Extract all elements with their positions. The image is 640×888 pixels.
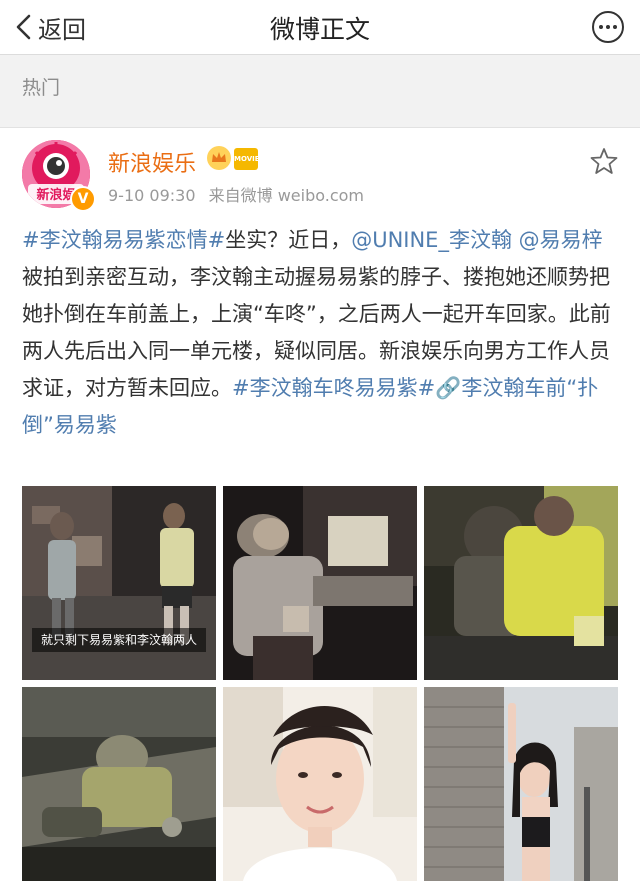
image-watermark: @新浪娱乐 — [283, 865, 329, 875]
photo-car-hood-image — [22, 687, 216, 881]
user-name[interactable]: 新浪娱乐 — [108, 146, 196, 178]
topic-link[interactable]: #李汶翰易易紫恋情# — [22, 228, 225, 252]
section-label: 热门 — [22, 77, 61, 99]
photo-portrait-man-image — [223, 687, 417, 881]
mention-link[interactable]: @易易梓 — [519, 228, 603, 252]
image-thumb[interactable] — [22, 687, 216, 881]
more-icon[interactable] — [590, 9, 626, 45]
text-segment: 坐实？近日， — [225, 228, 352, 252]
post-meta: 9-10 09:30 来自微博 weibo.com — [108, 182, 372, 206]
page-title: 微博正文 — [269, 15, 370, 44]
image-thumb[interactable] — [424, 687, 618, 881]
verified-badge: V — [70, 186, 96, 212]
photo-car-night-image — [223, 486, 417, 680]
text-segment — [512, 228, 519, 252]
verified-v-icon: V — [77, 191, 89, 207]
photo-hug-image — [424, 486, 618, 680]
topic-link[interactable]: #李汶翰车咚易易紫# — [232, 376, 435, 400]
photo-woman-alley-image — [424, 687, 618, 881]
post-text: #李汶翰易易紫恋情#坐实？近日，@UNINE_李汶翰 @易易梓 被拍到亲密互动，… — [22, 222, 618, 444]
mention-link[interactable]: @UNINE_李汶翰 — [351, 228, 512, 252]
image-thumb[interactable] — [223, 486, 417, 680]
image-thumb[interactable]: @新浪娱乐 — [223, 687, 417, 881]
post-time: 9-10 09:30 — [108, 186, 196, 205]
top-nav-bar: 返回 微博正文 — [0, 0, 640, 55]
movie-badge-text: MOVIE — [234, 155, 260, 163]
section-divider — [0, 117, 640, 128]
movie-badge: MOVIE — [234, 148, 260, 170]
post-source: 来自微博 weibo.com — [208, 186, 364, 205]
image-thumb[interactable] — [424, 486, 618, 680]
image-caption: 就只剩下易易紫和李汶翰两人 — [32, 628, 206, 652]
section-header: 热门 — [0, 55, 640, 117]
image-thumb[interactable]: 就只剩下易易紫和李汶翰两人 — [22, 486, 216, 680]
crown-icon — [207, 146, 231, 170]
star-icon[interactable] — [590, 147, 618, 175]
